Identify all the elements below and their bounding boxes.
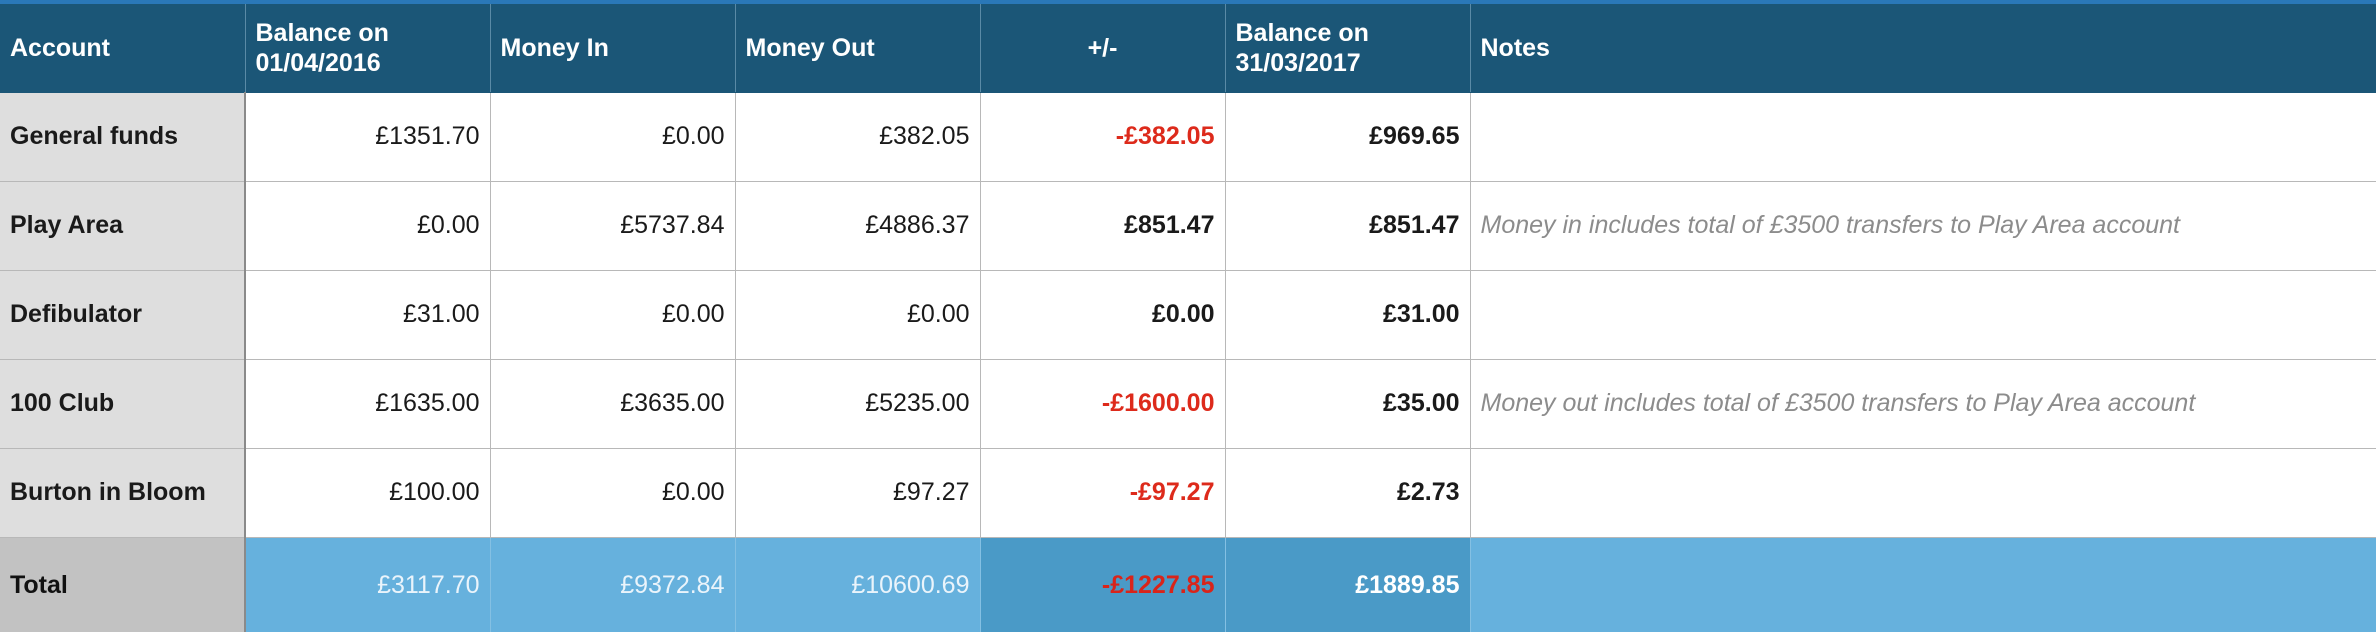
accounts-table: Account Balance on 01/04/2016 Money In Mo… [0, 4, 2376, 632]
account-name-cell[interactable]: Defibulator [0, 270, 246, 360]
account-name-cell[interactable]: Play Area [0, 181, 246, 271]
balance-start-cell[interactable]: £31.00 [245, 270, 491, 360]
header-money-out[interactable]: Money Out [735, 4, 981, 93]
balance-end-cell[interactable]: £31.00 [1225, 270, 1471, 360]
balance-end-cell[interactable]: £2.73 [1225, 448, 1471, 538]
balance-start-cell[interactable]: £1351.70 [245, 92, 491, 182]
total-notes-cell[interactable] [1470, 537, 2376, 632]
balance-end-cell[interactable]: £851.47 [1225, 181, 1471, 271]
notes-cell[interactable] [1470, 92, 2376, 182]
balance-start-cell[interactable]: £100.00 [245, 448, 491, 538]
change-cell[interactable]: -£382.05 [980, 92, 1226, 182]
balance-start-cell[interactable]: £0.00 [245, 181, 491, 271]
account-name-cell[interactable]: General funds [0, 92, 246, 182]
money-out-cell[interactable]: £5235.00 [735, 359, 981, 449]
change-cell[interactable]: £851.47 [980, 181, 1226, 271]
header-balance-start-line1: Balance on [255, 18, 389, 47]
money-out-cell[interactable]: £97.27 [735, 448, 981, 538]
header-money-in[interactable]: Money In [490, 4, 736, 93]
header-account[interactable]: Account [0, 4, 246, 93]
header-balance-end-line1: Balance on [1235, 18, 1369, 47]
notes-cell[interactable]: Money in includes total of £3500 transfe… [1470, 181, 2376, 271]
header-balance-start-line2: 01/04/2016 [255, 48, 381, 77]
header-change[interactable]: +/- [980, 4, 1226, 93]
total-balance-start-cell[interactable]: £3117.70 [245, 537, 491, 632]
table-row: Play Area £0.00 £5737.84 £4886.37 £851.4… [0, 181, 2376, 271]
money-in-cell[interactable]: £0.00 [490, 92, 736, 182]
money-in-cell[interactable]: £0.00 [490, 270, 736, 360]
account-name-cell[interactable]: Burton in Bloom [0, 448, 246, 538]
table-row: 100 Club £1635.00 £3635.00 £5235.00 -£16… [0, 359, 2376, 449]
total-label-cell[interactable]: Total [0, 537, 246, 632]
table-row: General funds £1351.70 £0.00 £382.05 -£3… [0, 92, 2376, 182]
change-cell[interactable]: -£1600.00 [980, 359, 1226, 449]
money-out-cell[interactable]: £4886.37 [735, 181, 981, 271]
balance-start-cell[interactable]: £1635.00 [245, 359, 491, 449]
total-money-in-cell[interactable]: £9372.84 [490, 537, 736, 632]
notes-cell[interactable] [1470, 270, 2376, 360]
notes-cell[interactable]: Money out includes total of £3500 transf… [1470, 359, 2376, 449]
money-in-cell[interactable]: £0.00 [490, 448, 736, 538]
change-cell[interactable]: -£97.27 [980, 448, 1226, 538]
total-money-out-cell[interactable]: £10600.69 [735, 537, 981, 632]
header-balance-start[interactable]: Balance on 01/04/2016 [245, 4, 491, 93]
notes-cell[interactable] [1470, 448, 2376, 538]
header-balance-end-line2: 31/03/2017 [1235, 48, 1361, 77]
money-in-cell[interactable]: £3635.00 [490, 359, 736, 449]
total-row: Total £3117.70 £9372.84 £10600.69 -£1227… [0, 537, 2376, 632]
account-name-cell[interactable]: 100 Club [0, 359, 246, 449]
spreadsheet-view: Account Balance on 01/04/2016 Money In Mo… [0, 0, 2376, 632]
change-cell[interactable]: £0.00 [980, 270, 1226, 360]
table-row: Defibulator £31.00 £0.00 £0.00 £0.00 £31… [0, 270, 2376, 360]
header-notes[interactable]: Notes [1470, 4, 2376, 93]
money-out-cell[interactable]: £0.00 [735, 270, 981, 360]
header-balance-end[interactable]: Balance on 31/03/2017 [1225, 4, 1471, 93]
balance-end-cell[interactable]: £35.00 [1225, 359, 1471, 449]
total-balance-end-cell[interactable]: £1889.85 [1225, 537, 1471, 632]
header-row: Account Balance on 01/04/2016 Money In Mo… [0, 4, 2376, 93]
money-out-cell[interactable]: £382.05 [735, 92, 981, 182]
total-change-cell[interactable]: -£1227.85 [980, 537, 1226, 632]
table-row: Burton in Bloom £100.00 £0.00 £97.27 -£9… [0, 448, 2376, 538]
money-in-cell[interactable]: £5737.84 [490, 181, 736, 271]
balance-end-cell[interactable]: £969.65 [1225, 92, 1471, 182]
